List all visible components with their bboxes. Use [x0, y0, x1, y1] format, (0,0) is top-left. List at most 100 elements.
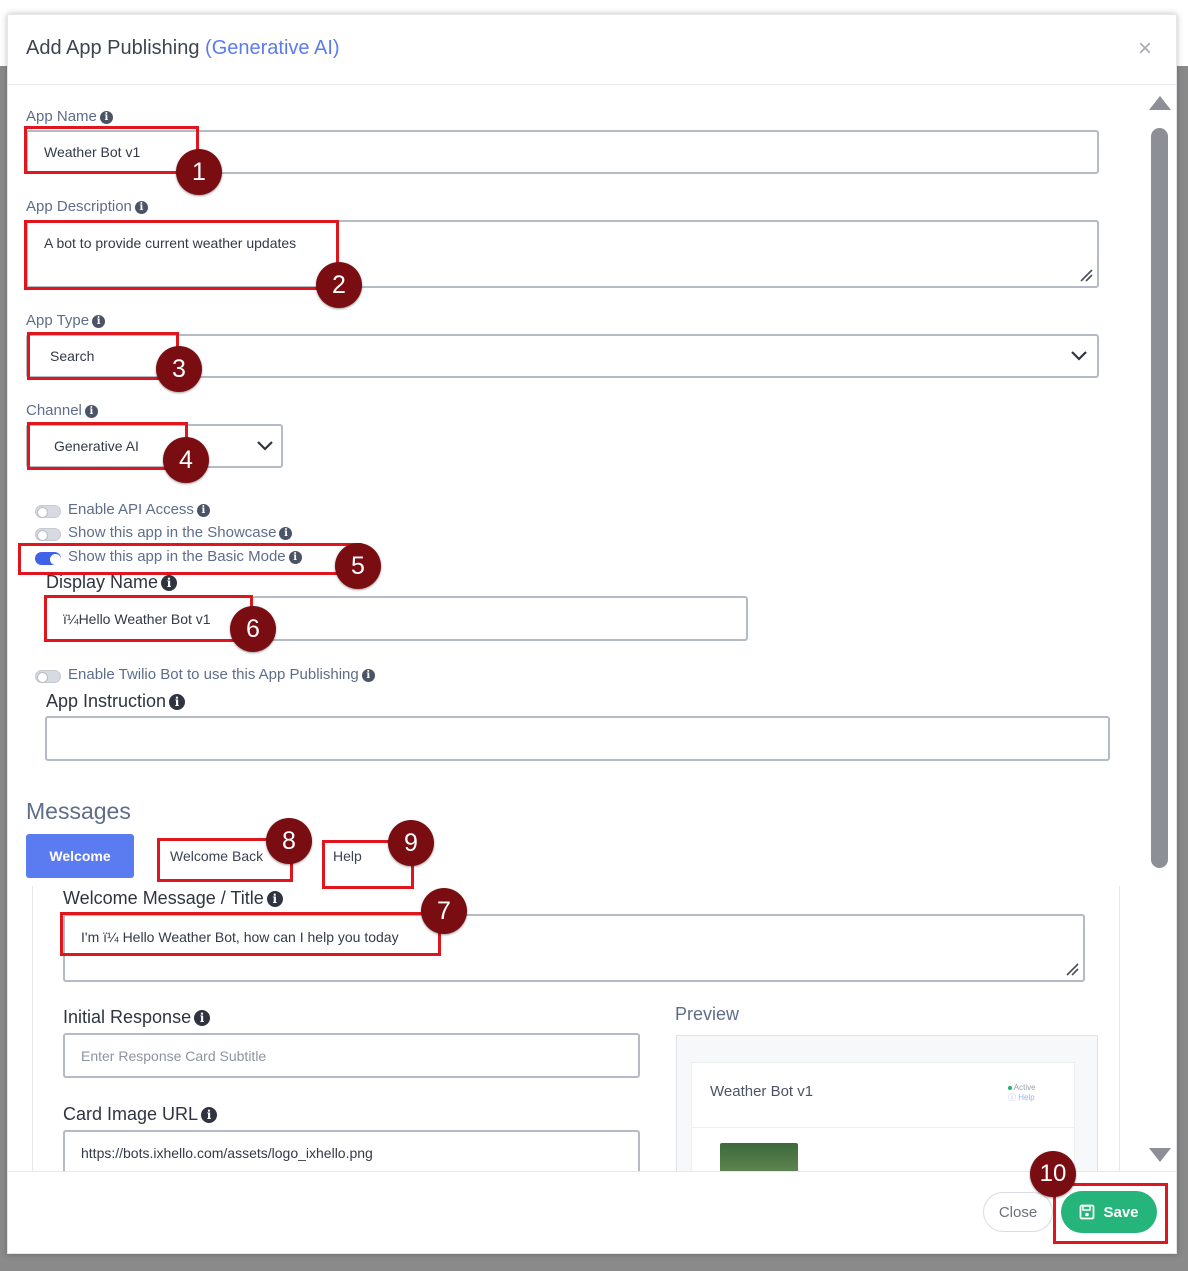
annotation-badge-2: 2	[316, 262, 362, 308]
messages-heading: Messages	[26, 798, 131, 824]
tab-help[interactable]: Help	[323, 834, 383, 878]
modal-title-channel: (Generative AI)	[205, 37, 340, 59]
preview-status: Active ⓘ Help	[1008, 1083, 1036, 1103]
preview-card: Weather Bot v1 Active ⓘ Help	[691, 1062, 1075, 1171]
enable-api-access-label: Enable API Access i	[68, 501, 210, 518]
welcome-message-textarea[interactable]: I'm ï¼ Hello Weather Bot, how can I help…	[63, 914, 1085, 982]
modal-header: Add App Publishing (Generative AI) ×	[8, 15, 1176, 85]
preview-status-active: Active	[1013, 1083, 1036, 1092]
annotation-badge-4: 4	[163, 437, 209, 483]
display-name-input[interactable]: ï¼Hello Weather Bot v1	[45, 596, 748, 641]
annotation-badge-10: 10	[1030, 1151, 1076, 1197]
card-image-url-label-text: Card Image URL	[63, 1104, 199, 1124]
preview-status-help: Help	[1018, 1093, 1035, 1102]
twilio-toggle[interactable]	[35, 670, 61, 683]
info-icon[interactable]: i	[84, 405, 98, 418]
preview-box: Weather Bot v1 Active ⓘ Help	[676, 1035, 1098, 1171]
card-image-url-input[interactable]: https://bots.ixhello.com/assets/logo_ixh…	[63, 1130, 640, 1171]
annotation-badge-7: 7	[421, 888, 467, 934]
initial-response-input[interactable]: Enter Response Card Subtitle	[63, 1033, 640, 1078]
resize-handle-icon[interactable]	[1065, 962, 1079, 976]
close-icon[interactable]: ×	[1138, 37, 1152, 61]
initial-response-label-text: Initial Response	[63, 1007, 192, 1027]
app-description-label: App Description i	[26, 198, 148, 215]
app-instruction-label-text: App Instruction	[46, 691, 167, 711]
app-instruction-input[interactable]	[45, 716, 1110, 761]
preview-heading: Preview	[675, 1004, 740, 1024]
welcome-message-label: Welcome Message / Title i	[63, 888, 283, 909]
info-icon[interactable]: i	[92, 315, 106, 328]
info-icon[interactable]: i	[134, 201, 148, 214]
card-image-url-value: https://bots.ixhello.com/assets/logo_ixh…	[81, 1144, 373, 1161]
info-icon[interactable]: i	[266, 891, 283, 907]
annotation-badge-6: 6	[230, 606, 276, 652]
twilio-label: Enable Twilio Bot to use this App Publis…	[68, 666, 375, 683]
initial-response-label: Initial Response i	[63, 1007, 211, 1028]
preview-card-image	[720, 1143, 798, 1171]
modal-body: App Name i Weather Bot v1 App Description…	[8, 86, 1176, 1171]
app-name-label: App Name i	[26, 108, 113, 125]
app-name-value: Weather Bot v1	[44, 144, 141, 160]
modal-title-main: Add App Publishing	[26, 37, 200, 59]
modal-title: Add App Publishing (Generative AI)	[26, 37, 340, 60]
info-icon[interactable]: i	[99, 111, 113, 124]
annotation-badge-1: 1	[176, 149, 222, 195]
showcase-label: Show this app in the Showcase i	[68, 524, 293, 541]
enable-api-access-toggle[interactable]	[35, 505, 61, 518]
help-icon: ⓘ	[1008, 1093, 1016, 1102]
tab-welcome[interactable]: Welcome	[26, 834, 134, 878]
display-name-label: Display Name i	[46, 572, 178, 593]
annotation-badge-8: 8	[266, 818, 312, 864]
channel-label-text: Channel	[26, 402, 82, 419]
scrollbar-thumb[interactable]	[1151, 128, 1168, 868]
showcase-text: Show this app in the Showcase	[68, 524, 277, 541]
twilio-text: Enable Twilio Bot to use this App Publis…	[68, 666, 359, 683]
channel-select[interactable]: Generative AI	[26, 424, 283, 468]
info-icon[interactable]: i	[288, 551, 302, 564]
resize-handle-icon[interactable]	[1079, 268, 1093, 282]
app-type-label-text: App Type	[26, 312, 90, 329]
channel-label: Channel i	[26, 402, 98, 419]
close-button[interactable]: Close	[983, 1192, 1053, 1232]
floppy-disk-icon	[1080, 1204, 1095, 1220]
save-label: Save	[1103, 1203, 1139, 1221]
info-icon[interactable]: i	[161, 575, 178, 591]
basic-mode-text: Show this app in the Basic Mode	[68, 548, 286, 565]
app-type-value: Search	[50, 348, 95, 364]
annotation-badge-3: 3	[156, 346, 202, 392]
annotation-badge-9: 9	[388, 820, 434, 866]
preview-divider	[692, 1127, 1074, 1128]
welcome-message-value: I'm ï¼ Hello Weather Bot, how can I help…	[81, 929, 399, 945]
info-icon[interactable]: i	[169, 694, 186, 710]
chevron-down-icon	[1071, 351, 1087, 361]
info-icon[interactable]: i	[194, 1010, 211, 1026]
app-description-label-text: App Description	[26, 198, 132, 215]
annotation-badge-5: 5	[335, 543, 381, 589]
active-dot-icon	[1008, 1085, 1012, 1090]
enable-api-access-text: Enable API Access	[68, 501, 194, 518]
add-app-publishing-modal: Add App Publishing (Generative AI) × App…	[7, 14, 1177, 1254]
display-name-value: ï¼Hello Weather Bot v1	[63, 610, 211, 627]
card-image-url-label: Card Image URL i	[63, 1104, 218, 1125]
app-description-textarea[interactable]: A bot to provide current weather updates	[26, 220, 1099, 288]
chevron-down-icon	[257, 441, 273, 451]
info-icon[interactable]: i	[279, 527, 293, 540]
display-name-label-text: Display Name	[46, 572, 159, 592]
basic-mode-label: Show this app in the Basic Mode i	[68, 548, 302, 565]
scroll-down-arrow-icon[interactable]	[1149, 1148, 1171, 1162]
app-instruction-label: App Instruction i	[46, 691, 186, 712]
modal-footer: Close Save	[8, 1171, 1176, 1253]
basic-mode-toggle[interactable]	[35, 552, 61, 565]
welcome-message-label-text: Welcome Message / Title	[63, 888, 264, 908]
app-type-label: App Type i	[26, 312, 106, 329]
app-description-value: A bot to provide current weather updates	[44, 235, 297, 251]
app-name-label-text: App Name	[26, 108, 97, 125]
showcase-toggle[interactable]	[35, 528, 61, 541]
channel-value: Generative AI	[54, 438, 139, 454]
scroll-up-arrow-icon[interactable]	[1149, 96, 1171, 110]
info-icon[interactable]: i	[201, 1107, 218, 1123]
info-icon[interactable]: i	[196, 504, 210, 517]
initial-response-placeholder: Enter Response Card Subtitle	[81, 1047, 267, 1064]
save-button[interactable]: Save	[1061, 1191, 1157, 1233]
info-icon[interactable]: i	[361, 669, 375, 682]
